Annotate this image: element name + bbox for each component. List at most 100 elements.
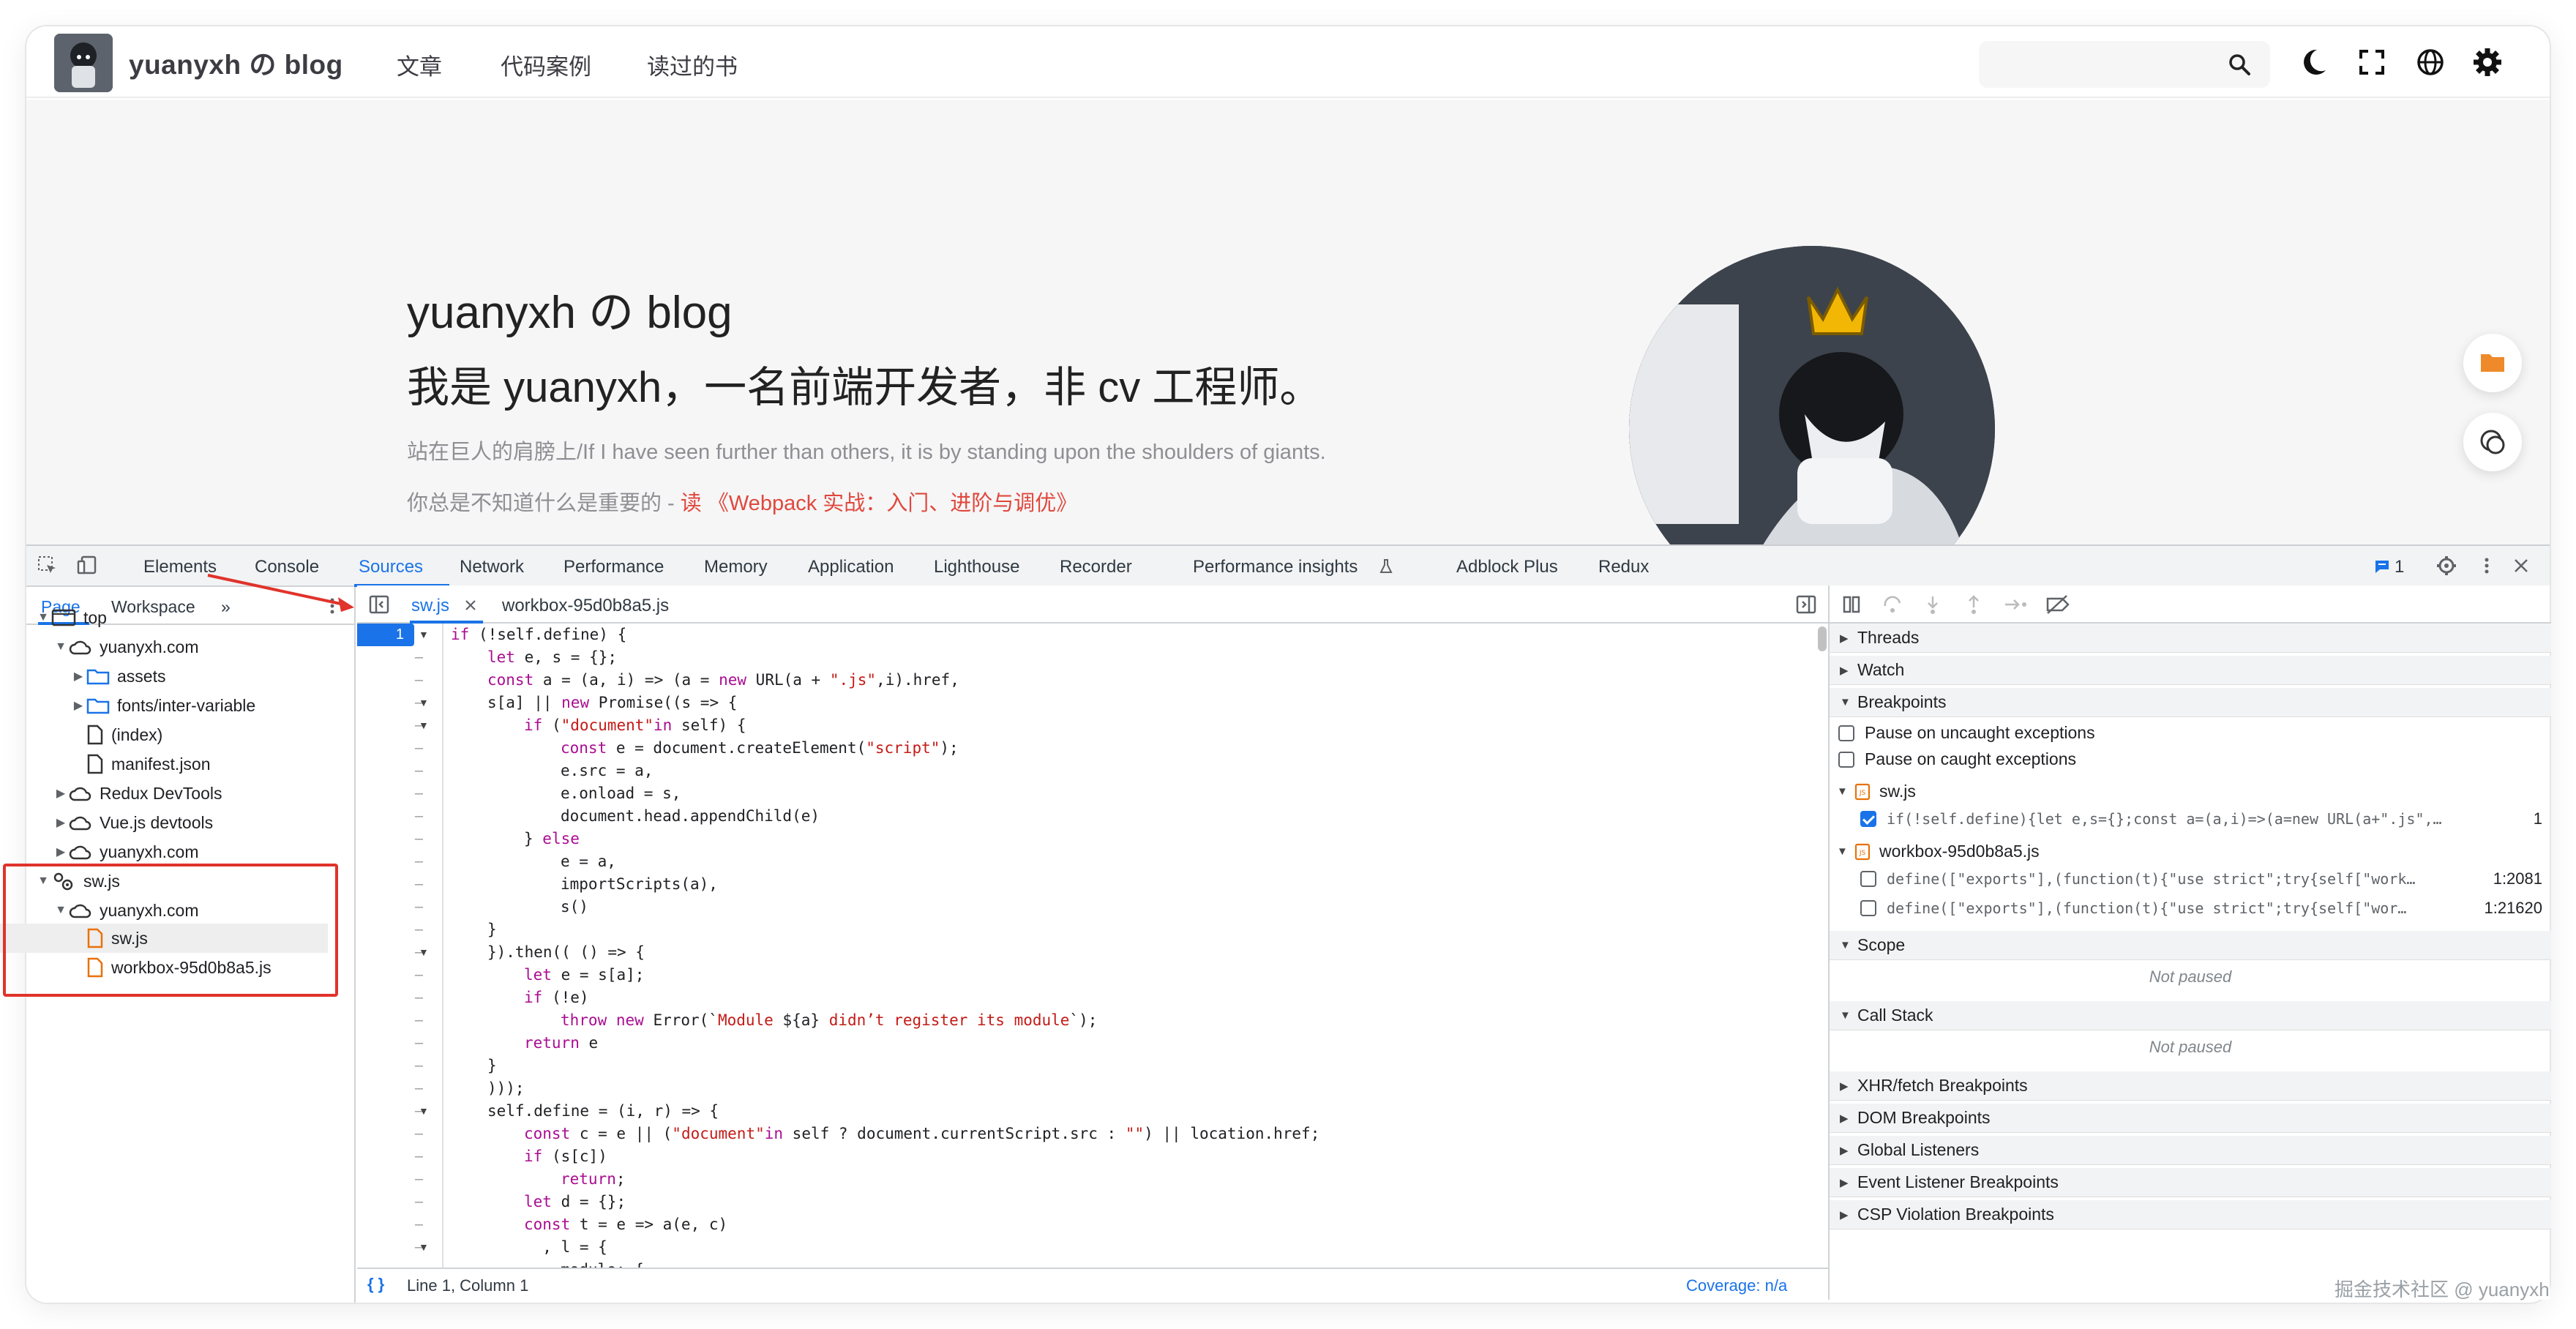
tab-lighthouse[interactable]: Lighthouse (934, 557, 1019, 577)
line-number[interactable]: – (357, 805, 433, 828)
tree-item-folder[interactable]: ▶ fonts/inter-variable (70, 691, 255, 720)
tab-workspace[interactable]: Workspace (111, 597, 195, 617)
chat-button[interactable] (2463, 413, 2522, 471)
breakpoint-line-marker[interactable]: 1 (357, 624, 414, 646)
pretty-print-button[interactable]: { } (367, 1275, 384, 1294)
tab-recorder[interactable]: Recorder (1060, 557, 1132, 577)
tab-performance[interactable]: Performance (564, 557, 664, 577)
section-csp-breakpoints[interactable]: ▶ CSP Violation Breakpoints (1830, 1200, 2551, 1229)
device-toolbar-icon[interactable] (76, 555, 98, 577)
tree-item-top[interactable]: ▼ top (35, 603, 107, 632)
line-number[interactable]: – (357, 850, 433, 873)
site-logo[interactable] (54, 34, 113, 92)
breakpoint-item[interactable]: define(["exports"],(function(t){"use str… (1860, 899, 2542, 918)
editor-scrollbar[interactable] (1818, 626, 1827, 651)
fold-arrow-icon[interactable]: ▼ (419, 941, 429, 964)
line-number[interactable]: – (357, 918, 433, 941)
checkbox[interactable] (1860, 871, 1876, 887)
nav-code-examples[interactable]: 代码案例 (501, 48, 591, 81)
line-number[interactable]: – (357, 1077, 433, 1100)
line-number[interactable]: – (357, 669, 433, 692)
pause-uncaught-checkbox[interactable]: Pause on uncaught exceptions (1838, 723, 2095, 743)
section-threads[interactable]: ▶ Threads (1830, 624, 2551, 653)
line-number[interactable]: – (357, 1191, 433, 1213)
step-icon[interactable] (2002, 594, 2029, 615)
deactivate-breakpoints-icon[interactable] (2045, 594, 2071, 615)
step-into-icon[interactable] (1922, 594, 1944, 615)
more-options-icon[interactable] (2479, 555, 2494, 577)
tab-adblock-plus[interactable]: Adblock Plus (1456, 557, 1558, 577)
step-out-icon[interactable] (1963, 594, 1985, 615)
line-number[interactable]: – (357, 760, 433, 782)
section-global-listeners[interactable]: ▶ Global Listeners (1830, 1136, 2551, 1165)
line-number[interactable]: – (357, 1055, 433, 1077)
coverage-status[interactable]: Coverage: n/a (1686, 1276, 1787, 1295)
breakpoint-item[interactable]: define(["exports"],(function(t){"use str… (1860, 869, 2542, 888)
fold-arrow-icon[interactable]: ▼ (419, 1236, 429, 1259)
fold-arrow-icon[interactable]: ▼ (419, 624, 429, 646)
nav-articles[interactable]: 文章 (397, 48, 442, 81)
tree-item-file[interactable]: (index) (86, 720, 162, 749)
globe-icon[interactable] (2414, 45, 2447, 79)
step-over-icon[interactable] (1882, 594, 1904, 615)
code-editor[interactable]: 1▼–––▼–▼––––––––––▼–––––––▼––––––▼–▼ if … (357, 624, 1828, 1268)
section-event-listener-breakpoints[interactable]: ▶ Event Listener Breakpoints (1830, 1168, 2551, 1197)
tree-item-domain[interactable]: ▼ yuanyxh.com (53, 632, 198, 662)
line-number[interactable]: – (357, 1213, 433, 1236)
tree-item-file[interactable]: manifest.json (86, 749, 211, 779)
bp-file-workbox[interactable]: ▼ JS workbox-95d0b8a5.js (1837, 842, 2040, 861)
search-input[interactable] (1979, 41, 2270, 88)
inspect-element-icon[interactable] (37, 555, 59, 577)
tree-item-domain[interactable]: ▶ yuanyxh.com (53, 837, 199, 866)
editor-tab-workbox[interactable]: workbox-95d0b8a5.js (502, 596, 669, 616)
toggle-debugger-icon[interactable] (1796, 594, 1816, 615)
site-name[interactable]: yuanyxh の blog (129, 42, 343, 82)
fold-arrow-icon[interactable]: ▼ (419, 714, 429, 737)
fold-arrow-icon[interactable]: ▼ (419, 1259, 429, 1268)
section-breakpoints[interactable]: ▼ Breakpoints (1830, 688, 2551, 717)
pause-icon[interactable] (1841, 594, 1863, 615)
checkbox[interactable] (1860, 900, 1876, 916)
line-number[interactable]: – (357, 1145, 433, 1168)
checkbox[interactable] (1838, 751, 1854, 768)
bp-file-sw-js[interactable]: ▼ JS sw.js (1837, 782, 1916, 801)
line-number[interactable]: – (357, 782, 433, 805)
tree-item-extension[interactable]: ▶ Vue.js devtools (53, 808, 213, 837)
fold-arrow-icon[interactable]: ▼ (419, 692, 429, 714)
line-number[interactable]: – (357, 1009, 433, 1032)
fullscreen-icon[interactable] (2355, 45, 2389, 79)
gear-icon[interactable] (2471, 45, 2504, 79)
tab-memory[interactable]: Memory (704, 557, 768, 577)
settings-icon[interactable] (2435, 555, 2457, 577)
tab-performance-insights[interactable]: Performance insights (1193, 557, 1358, 577)
folder-button[interactable] (2463, 334, 2522, 392)
tab-application[interactable]: Application (808, 557, 894, 577)
checkbox[interactable] (1838, 725, 1854, 741)
section-scope[interactable]: ▼ Scope (1830, 931, 2551, 960)
line-gutter[interactable]: 1▼–––▼–▼––––––––––▼–––––––▼––––––▼–▼ (357, 624, 443, 1268)
close-devtools-icon[interactable] (2512, 556, 2531, 575)
toggle-navigator-icon[interactable] (369, 594, 389, 615)
tab-network[interactable]: Network (460, 557, 524, 577)
section-call-stack[interactable]: ▼ Call Stack (1830, 1001, 2551, 1030)
tab-sources[interactable]: Sources (359, 557, 423, 577)
editor-tab-sw-js[interactable]: sw.js (411, 596, 449, 616)
nav-books[interactable]: 读过的书 (647, 48, 738, 81)
close-tab-icon[interactable] (464, 599, 477, 612)
tree-item-folder[interactable]: ▶ assets (70, 662, 166, 691)
line-number[interactable]: – (357, 828, 433, 850)
line-number[interactable]: – (357, 873, 433, 896)
line-number[interactable]: – (357, 1168, 433, 1191)
issues-icon[interactable] (2374, 559, 2390, 574)
hero-book-link[interactable]: 读 《Webpack 实战：入门、进阶与调优》 (681, 492, 1077, 515)
fold-arrow-icon[interactable]: ▼ (419, 1100, 429, 1123)
tab-redux[interactable]: Redux (1598, 557, 1649, 577)
line-number[interactable]: – (357, 1032, 433, 1055)
line-number[interactable]: – (357, 737, 433, 760)
line-number[interactable]: – (357, 1123, 433, 1145)
checkbox[interactable] (1860, 811, 1876, 827)
section-watch[interactable]: ▶ Watch (1830, 656, 2551, 685)
line-number[interactable]: – (357, 964, 433, 987)
moon-icon[interactable] (2296, 45, 2330, 79)
tree-item-extension[interactable]: ▶ Redux DevTools (53, 779, 222, 808)
